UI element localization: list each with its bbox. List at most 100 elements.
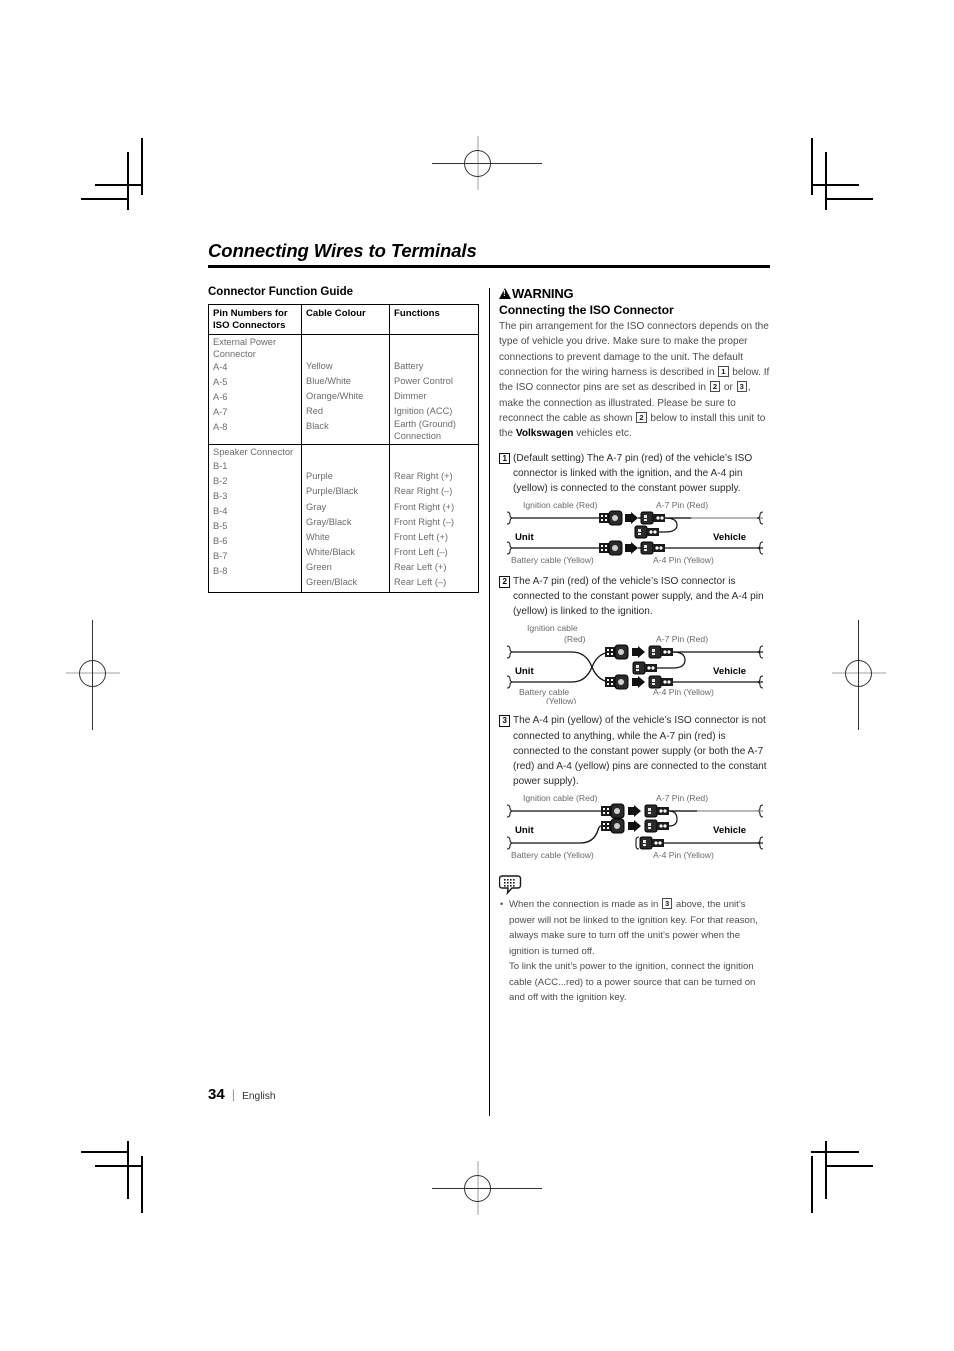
colour-b7: Green xyxy=(306,561,332,572)
function-b4: Front Right (–) xyxy=(394,516,454,527)
diagram-3-top-right-label: A-7 Pin (Red) xyxy=(656,793,708,803)
wiring-diagram-1: Ignition cable (Red) A-7 Pin (Red) Unit … xyxy=(501,499,771,565)
inline-ref-4: 2 xyxy=(636,411,647,423)
diagram-2-arrow-top xyxy=(632,646,645,659)
group-label-speaker: Speaker Connector xyxy=(213,447,294,458)
pin-b5: B-5 xyxy=(213,521,228,532)
diagram-2-plug-loose xyxy=(632,661,657,675)
column-header-cable-colour: Cable Colour xyxy=(301,304,390,335)
page-footer: 34 | English xyxy=(208,1086,276,1103)
left-column: Connector Function Guide Pin Numbers for… xyxy=(208,286,479,593)
function-list-speaker: Rear Right (+) Rear Right (–) Front Righ… xyxy=(394,469,474,589)
manual-page: Connecting Wires to Terminals Connector … xyxy=(0,0,954,1351)
diagram-1-plug-vehicle-bottom xyxy=(640,541,665,555)
note-bullet: • xyxy=(500,899,504,910)
diagram-2-top-left-label-line1: Ignition cable xyxy=(527,623,578,633)
page-title: Connecting Wires to Terminals xyxy=(208,240,477,261)
function-cell-external-power: Battery Power Control Dimmer Ignition (A… xyxy=(389,333,479,446)
colour-b8: Green/Black xyxy=(306,576,358,587)
iso-connector-subheading: Connecting the ISO Connector xyxy=(499,303,674,317)
pin-a5: A-5 xyxy=(213,377,228,388)
function-a8: Earth (Ground) Connection xyxy=(394,419,457,441)
pin-b2: B-2 xyxy=(213,476,228,487)
iso-case-2: 2 The A-7 pin (red) of the vehicle’s ISO… xyxy=(499,574,771,619)
right-column: WARNING Connecting the ISO Connector The… xyxy=(499,286,771,1006)
diagram-2-vehicle-label: Vehicle xyxy=(713,666,746,677)
diagram-1-arrow-bottom xyxy=(625,542,638,555)
table-header-row: Pin Numbers for ISO Connectors Cable Col… xyxy=(208,304,479,335)
diagram-2-plug-unit-top xyxy=(605,644,629,660)
diagram-3-plug-unit-mid xyxy=(601,818,625,834)
pin-b1: B-1 xyxy=(213,461,228,472)
note-paragraph-2: To link the unit’s power to the ignition… xyxy=(509,961,756,1004)
iso-case-3: 3 The A-4 pin (yellow) of the vehicle’s … xyxy=(499,713,771,789)
title-underline xyxy=(208,265,770,268)
table-row: External Power Connector A-4 A-5 A-6 A-7… xyxy=(208,333,479,446)
inline-ref-1: 1 xyxy=(718,365,729,377)
pin-a7: A-7 xyxy=(213,407,228,418)
inline-ref-3: 3 xyxy=(736,381,747,393)
pin-b8: B-8 xyxy=(213,566,228,577)
diagram-3-bottom-right-label: A-4 Pin (Yellow) xyxy=(653,850,714,860)
iso-case-1: 1 (Default setting) The A-7 pin (red) of… xyxy=(499,451,771,496)
brand-volkswagen: Volkswagen xyxy=(515,428,574,440)
colour-b6: White/Black xyxy=(306,546,356,557)
colour-cell-speaker: Purple Purple/Black Gray Gray/Black Whit… xyxy=(301,444,390,593)
note-inline-ref: 3 xyxy=(662,898,673,910)
diagram-2-bottom-left-label-line2: (Yellow) xyxy=(546,696,576,704)
intro-text-part-6: vehicles etc. xyxy=(573,428,632,440)
diagram-1-top-left-label: Ignition cable (Red) xyxy=(523,500,598,510)
diagram-1-bottom-left-label: Battery cable (Yellow) xyxy=(511,555,594,565)
case-number-3: 3 xyxy=(499,715,511,727)
diagram-1-plug-unit-bottom xyxy=(599,540,623,556)
diagram-2-top-right-label: A-7 Pin (Red) xyxy=(656,634,708,644)
group-label-external-power: External Power Connector xyxy=(213,337,277,359)
diagram-3-top-left-label: Ignition cable (Red) xyxy=(523,793,598,803)
diagram-1-vehicle-label: Vehicle xyxy=(713,532,746,543)
diagram-3-plug-vehicle-mid xyxy=(644,819,669,833)
warning-label: WARNING xyxy=(512,286,574,301)
diagram-3-arrow-top xyxy=(628,805,641,818)
diagram-1-bottom-right-label: A-4 Pin (Yellow) xyxy=(653,555,714,565)
case-number-2: 2 xyxy=(499,576,511,588)
diagram-2-top-left-label-line2: (Red) xyxy=(564,634,586,644)
function-b8: Rear Left (–) xyxy=(394,576,447,587)
pin-a4: A-4 xyxy=(213,362,228,373)
diagram-3-bottom-left-label: Battery cable (Yellow) xyxy=(511,850,594,860)
function-a6: Dimmer xyxy=(394,391,427,402)
colour-list-external-power: Yellow Blue/White Orange/White Red Black xyxy=(306,359,385,434)
pin-b6: B-6 xyxy=(213,536,228,547)
colour-b1: Purple xyxy=(306,471,333,482)
warning-triangle-icon xyxy=(499,288,511,299)
diagram-3-plug-vehicle-top xyxy=(644,804,669,818)
diagram-2-bottom-right-label: A-4 Pin (Yellow) xyxy=(653,687,714,697)
pin-a6: A-6 xyxy=(213,392,228,403)
group-cell-speaker: Speaker Connector B-1 B-2 B-3 B-4 B-5 B-… xyxy=(208,444,302,593)
diagram-3-arrow-mid xyxy=(628,820,641,833)
note-bubble-icon xyxy=(499,875,522,896)
pin-b7: B-7 xyxy=(213,551,228,562)
pin-b4: B-4 xyxy=(213,506,228,517)
footer-language: English xyxy=(242,1091,276,1102)
colour-b3: Gray xyxy=(306,501,327,512)
function-b1: Rear Right (+) xyxy=(394,471,453,482)
inline-ref-2: 2 xyxy=(709,381,721,393)
page-number: 34 xyxy=(208,1086,225,1103)
colour-a6: Orange/White xyxy=(306,391,364,402)
column-header-functions: Functions xyxy=(389,304,479,335)
diagram-2-unit-label: Unit xyxy=(515,666,534,677)
case-1-text: (Default setting) The A-7 pin (red) of t… xyxy=(513,452,753,494)
diagram-1-plug-unit-top xyxy=(599,510,623,526)
column-header-pin-numbers: Pin Numbers for ISO Connectors xyxy=(208,304,302,335)
colour-a4: Yellow xyxy=(306,361,333,371)
function-b3: Front Right (+) xyxy=(394,501,455,512)
function-b2: Rear Right (–) xyxy=(394,486,453,497)
diagram-2-plug-vehicle-top xyxy=(648,645,673,659)
warning-heading: WARNING xyxy=(499,286,771,301)
colour-a5: Blue/White xyxy=(306,376,351,387)
case-3-text: The A-4 pin (yellow) of the vehicle’s IS… xyxy=(513,715,767,788)
